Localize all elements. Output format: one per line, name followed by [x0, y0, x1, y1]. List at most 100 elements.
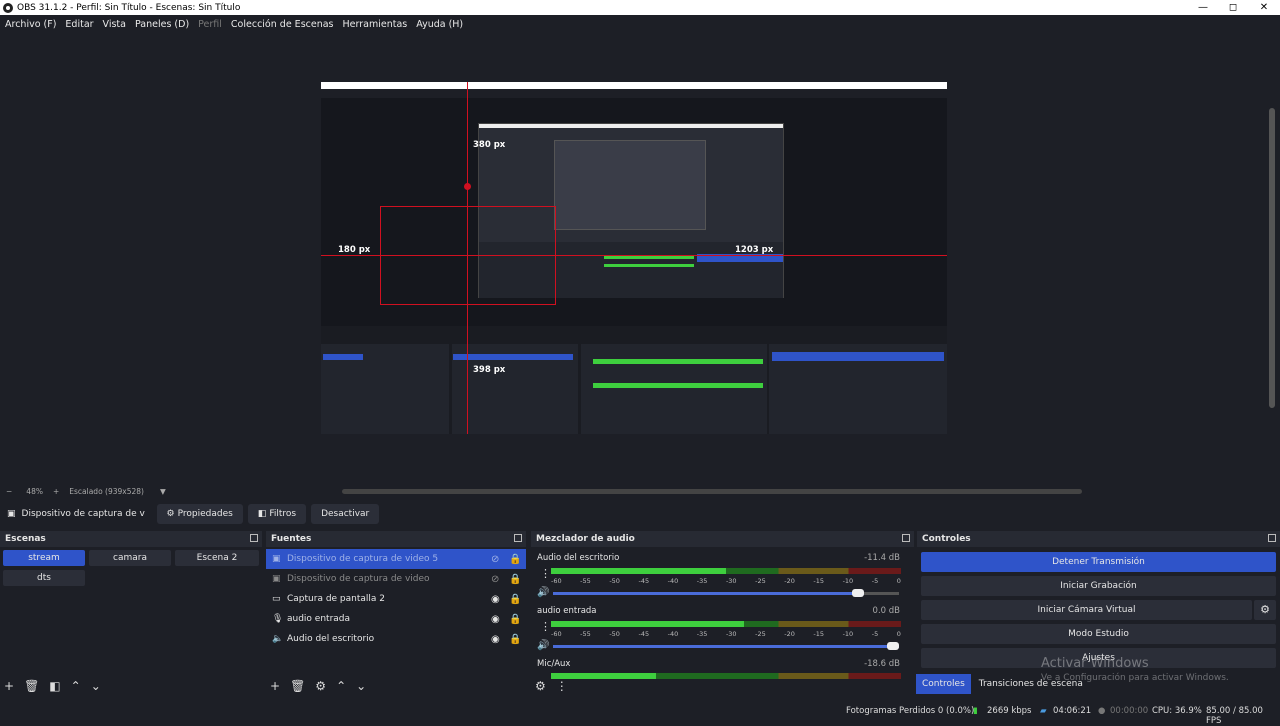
zoom-in-button[interactable]: +: [53, 487, 59, 496]
volume-slider-handle[interactable]: [852, 589, 865, 597]
level-meter: [551, 568, 901, 574]
zoom-out-button[interactable]: −: [6, 487, 12, 496]
meter-scale-tick: -60: [551, 577, 562, 585]
eye-icon[interactable]: ◉: [491, 594, 500, 605]
measure-left-label: 180 px: [338, 245, 371, 255]
stop-streaming-button[interactable]: Detener Transmisión: [921, 552, 1276, 572]
source-item[interactable]: 🎙 audio entrada ◉ 🔒: [266, 609, 526, 629]
source-item[interactable]: 🔈 Audio del escritorio ◉ 🔒: [266, 629, 526, 649]
menu-paneles[interactable]: Paneles (D): [135, 19, 189, 30]
menu-bar: Archivo (F) Editar Vista Paneles (D) Per…: [0, 16, 1280, 33]
lock-icon[interactable]: 🔒: [509, 594, 521, 605]
undock-icon[interactable]: [902, 534, 910, 542]
preview-vertical-scrollbar[interactable]: [1269, 108, 1275, 408]
lock-icon[interactable]: 🔒: [509, 574, 521, 585]
meter-scale-tick: 0: [896, 577, 901, 585]
status-bar: Fotogramas Perdidos 0 (0.0%) ▮ 2669 kbps…: [0, 700, 1280, 726]
volume-slider[interactable]: [553, 642, 899, 650]
move-down-icon[interactable]: ⌄: [356, 679, 366, 693]
meter-scale-tick: -40: [667, 630, 679, 638]
scenes-title: Escenas: [5, 534, 46, 544]
measure-bottom-label: 398 px: [473, 365, 506, 375]
speaker-icon[interactable]: 🔊: [537, 640, 549, 651]
speaker-icon[interactable]: 🔊: [537, 587, 549, 598]
mixer-title: Mezclador de audio: [536, 534, 635, 544]
volume-slider-handle[interactable]: [887, 642, 899, 650]
menu-archivo[interactable]: Archivo (F): [5, 19, 56, 30]
move-up-icon[interactable]: ⌃: [71, 679, 81, 693]
maximize-button[interactable]: ◻: [1218, 0, 1248, 15]
measure-right-label: 1203 px: [735, 245, 774, 255]
lock-icon[interactable]: 🔒: [509, 614, 521, 625]
kebab-menu-icon[interactable]: ⋮: [556, 679, 568, 693]
close-button[interactable]: ✕: [1249, 0, 1279, 15]
minimize-button[interactable]: —: [1188, 0, 1218, 15]
menu-vista[interactable]: Vista: [103, 19, 126, 30]
scenes-toolbar: + 🗑 ◧ ⌃ ⌄: [4, 679, 101, 693]
scene-item-escena-2[interactable]: Escena 2: [175, 550, 259, 566]
record-time: 00:00:00: [1110, 706, 1149, 716]
kebab-menu-icon[interactable]: ⋮: [540, 567, 551, 580]
trash-icon[interactable]: 🗑: [290, 679, 305, 693]
meter-scale-tick: -20: [784, 630, 795, 638]
hidden-eye-icon[interactable]: ⊘: [491, 554, 499, 565]
eye-icon[interactable]: ◉: [491, 634, 500, 645]
deactivate-button[interactable]: Desactivar: [311, 504, 380, 524]
meter-scale-tick: -25: [755, 577, 766, 585]
properties-button[interactable]: ⚙ Propiedades: [156, 504, 243, 524]
controls-title: Controles: [922, 534, 971, 544]
source-label: Captura de pantalla 2: [287, 594, 386, 604]
scenes-dock: Escenas stream camara Escena 2 dts + 🗑 ◧…: [0, 531, 262, 697]
nested-menubar: [321, 89, 947, 98]
source-item[interactable]: ▭ Captura de pantalla 2 ◉ 🔒: [266, 589, 526, 609]
source-item[interactable]: ▣ Dispositivo de captura de video ⊘ 🔒: [266, 569, 526, 589]
source-item[interactable]: ▣ Dispositivo de captura de video 5 ⊘ 🔒: [266, 549, 526, 569]
add-scene-button[interactable]: +: [4, 679, 14, 693]
transform-handle[interactable]: [464, 183, 471, 190]
filters-button[interactable]: ◧ Filtros: [247, 504, 307, 524]
undock-icon[interactable]: [250, 534, 258, 542]
start-recording-button[interactable]: Iniciar Grabación: [921, 576, 1276, 596]
meter-scale-tick: -60: [551, 630, 562, 638]
preview-horizontal-scrollbar[interactable]: [342, 489, 1082, 494]
stream-icon: ▰: [1040, 706, 1047, 716]
lock-icon[interactable]: 🔒: [509, 634, 521, 645]
title-bar: OBS 31.1.2 - Perfil: Sin Título - Escena…: [0, 0, 1280, 15]
menu-coleccion-escenas[interactable]: Colección de Escenas: [231, 19, 334, 30]
mixer-toolbar: ⚙ ⋮: [535, 679, 568, 693]
move-down-icon[interactable]: ⌄: [91, 679, 101, 693]
gear-icon[interactable]: ⚙: [1254, 600, 1276, 620]
lock-icon[interactable]: 🔒: [509, 554, 521, 565]
menu-ayuda[interactable]: Ayuda (H): [416, 19, 463, 30]
meter-scale-tick: -50: [609, 630, 620, 638]
meter-scale-tick: -15: [813, 577, 825, 585]
tab-controles[interactable]: Controles: [916, 674, 971, 694]
volume-slider-fill: [553, 592, 865, 595]
scene-filters-icon[interactable]: ◧: [49, 679, 60, 693]
move-up-icon[interactable]: ⌃: [336, 679, 346, 693]
scale-mode[interactable]: Escalado (939x528): [69, 487, 144, 496]
trash-icon[interactable]: 🗑: [24, 679, 39, 693]
scene-item-camara[interactable]: camara: [89, 550, 171, 566]
menu-herramientas[interactable]: Herramientas: [343, 19, 408, 30]
volume-slider-fill: [553, 645, 899, 648]
studio-mode-button[interactable]: Modo Estudio: [921, 624, 1276, 644]
meter-scale-tick: -25: [755, 630, 766, 638]
undock-icon[interactable]: [514, 534, 522, 542]
eye-icon[interactable]: ◉: [491, 614, 500, 625]
scene-item-stream[interactable]: stream: [3, 550, 85, 566]
chevron-down-icon[interactable]: ▼: [160, 487, 166, 496]
gear-icon[interactable]: ⚙: [315, 679, 326, 693]
undock-icon[interactable]: [1268, 534, 1276, 542]
kebab-menu-icon[interactable]: ⋮: [540, 620, 551, 633]
hidden-eye-icon[interactable]: ⊘: [491, 574, 499, 585]
scene-item-dts[interactable]: dts: [3, 570, 85, 586]
start-virtual-camera-button[interactable]: Iniciar Cámara Virtual: [921, 600, 1252, 620]
menu-editar[interactable]: Editar: [65, 19, 93, 30]
volume-slider[interactable]: [553, 589, 899, 597]
advanced-audio-icon[interactable]: ⚙: [535, 679, 546, 693]
add-source-button[interactable]: +: [270, 679, 280, 693]
meter-scale-tick: -5: [871, 630, 879, 638]
meter-scale-tick: -10: [842, 630, 854, 638]
menu-perfil[interactable]: Perfil: [198, 19, 222, 30]
